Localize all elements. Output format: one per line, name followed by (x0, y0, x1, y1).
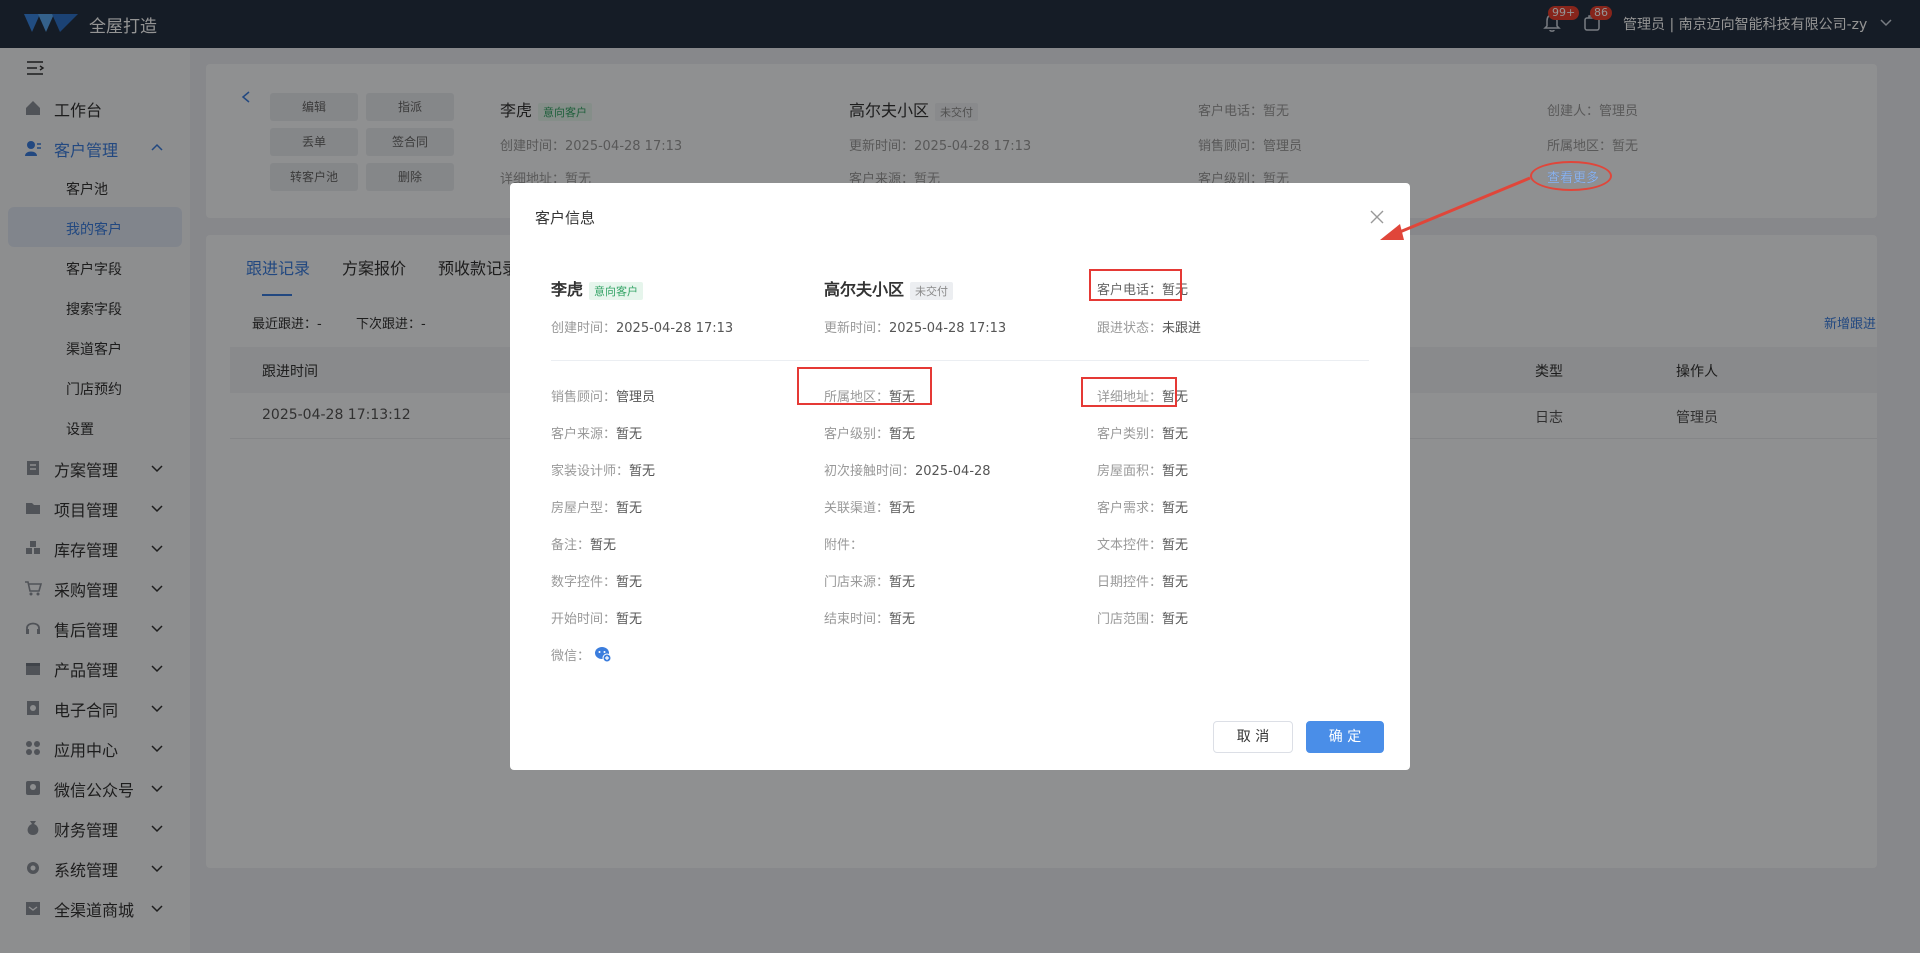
field-label: 备注： (551, 538, 591, 553)
modal-community-name: 高尔夫小区 未交付 (824, 276, 954, 300)
field-value: 暂无 (889, 575, 916, 590)
cancel-button[interactable]: 取 消 (1213, 721, 1293, 753)
field-value: 暂无 (629, 464, 656, 479)
modal-field-first-contact: 初次接触时间：2025-04-28 (824, 460, 991, 479)
field-value: 暂无 (1162, 612, 1189, 627)
field-value: 2025-04-28 (915, 464, 991, 479)
modal-created-time: 创建时间：2025-04-28 17:13 (551, 317, 733, 336)
field-value: 暂无 (889, 501, 916, 516)
modal-field-level: 客户级别：暂无 (824, 423, 915, 442)
field-label: 创建时间： (551, 321, 617, 336)
field-label: 微信： (551, 649, 591, 664)
field-label: 房屋面积： (1097, 464, 1163, 479)
view-more-link-overlay: 查看更多 (1547, 171, 1600, 186)
field-value: 暂无 (1162, 427, 1189, 442)
modal-field-store-range: 门店范围：暂无 (1097, 608, 1188, 627)
modal-field-attachment: 附件： (824, 534, 863, 553)
field-label: 更新时间： (824, 321, 890, 336)
field-value: 暂无 (1162, 464, 1189, 479)
modal-field-store-source: 门店来源：暂无 (824, 571, 915, 590)
modal-field-needs: 客户需求：暂无 (1097, 497, 1188, 516)
modal-title: 客户信息 (535, 209, 596, 227)
modal-field-category: 客户类别：暂无 (1097, 423, 1188, 442)
modal-field-text-control: 文本控件：暂无 (1097, 534, 1188, 553)
modal-field-house-type: 房屋户型：暂无 (551, 497, 642, 516)
delivery-tag: 未交付 (910, 281, 954, 300)
field-label: 家装设计师： (551, 464, 630, 479)
field-value: 暂无 (1162, 501, 1189, 516)
modal-field-remark: 备注：暂无 (551, 534, 616, 553)
field-label: 门店范围： (1097, 612, 1163, 627)
field-label: 结束时间： (824, 612, 890, 627)
modal-updated-time: 更新时间：2025-04-28 17:13 (824, 317, 1006, 336)
field-label: 初次接触时间： (824, 464, 916, 479)
field-label: 关联渠道： (824, 501, 890, 516)
modal-field-house-area: 房屋面积：暂无 (1097, 460, 1188, 479)
divider (551, 360, 1369, 361)
field-value: 未跟进 (1162, 321, 1202, 336)
highlight-address (1081, 377, 1177, 407)
field-value: 2025-04-28 17:13 (616, 321, 734, 336)
wechat-icon[interactable] (594, 645, 612, 663)
field-value: 2025-04-28 17:13 (889, 321, 1007, 336)
modal-follow-status: 跟进状态：未跟进 (1097, 317, 1201, 336)
field-label: 客户来源： (551, 427, 617, 442)
field-label: 开始时间： (551, 612, 617, 627)
field-label: 跟进状态： (1097, 321, 1163, 336)
modal-customer-name: 李虎 意向客户 (551, 276, 644, 300)
highlight-region (797, 367, 932, 405)
modal-field-designer: 家装设计师：暂无 (551, 460, 655, 479)
modal-field-consultant: 销售顾问：管理员 (551, 386, 655, 405)
highlight-phone (1089, 269, 1182, 301)
field-value: 暂无 (616, 612, 643, 627)
field-label: 销售顾问： (551, 390, 617, 405)
field-label: 客户级别： (824, 427, 890, 442)
field-value: 暂无 (616, 501, 643, 516)
field-value: 暂无 (590, 538, 617, 553)
field-value: 暂无 (889, 427, 916, 442)
close-icon[interactable] (1370, 210, 1384, 224)
modal-field-wechat: 微信： (551, 645, 590, 664)
modal-field-end-time: 结束时间：暂无 (824, 608, 915, 627)
field-label: 门店来源： (824, 575, 890, 590)
modal-field-date-control: 日期控件：暂无 (1097, 571, 1188, 590)
modal-field-start-time: 开始时间：暂无 (551, 608, 642, 627)
field-value: 暂无 (889, 612, 916, 627)
field-value: 管理员 (616, 390, 656, 405)
modal-field-linked-channel: 关联渠道：暂无 (824, 497, 915, 516)
field-value: 暂无 (616, 575, 643, 590)
field-label: 客户需求： (1097, 501, 1163, 516)
field-label: 客户类别： (1097, 427, 1163, 442)
modal-field-source: 客户来源：暂无 (551, 423, 642, 442)
modal-community-name-text: 高尔夫小区 (824, 280, 905, 299)
modal-customer-name-text: 李虎 (551, 280, 584, 299)
field-label: 数字控件： (551, 575, 617, 590)
customer-info-modal: 客户信息 李虎 意向客户 高尔夫小区 未交付 客户电话：暂无 创建时间：2025-0… (510, 183, 1410, 770)
field-label: 房屋户型： (551, 501, 617, 516)
intent-tag: 意向客户 (589, 281, 644, 300)
field-label: 日期控件： (1097, 575, 1163, 590)
modal-field-number-control: 数字控件：暂无 (551, 571, 642, 590)
field-value: 暂无 (1162, 575, 1189, 590)
field-value: 暂无 (616, 427, 643, 442)
field-label: 文本控件： (1097, 538, 1163, 553)
field-value: 暂无 (1162, 538, 1189, 553)
field-label: 附件： (824, 538, 864, 553)
confirm-button[interactable]: 确 定 (1306, 721, 1384, 753)
